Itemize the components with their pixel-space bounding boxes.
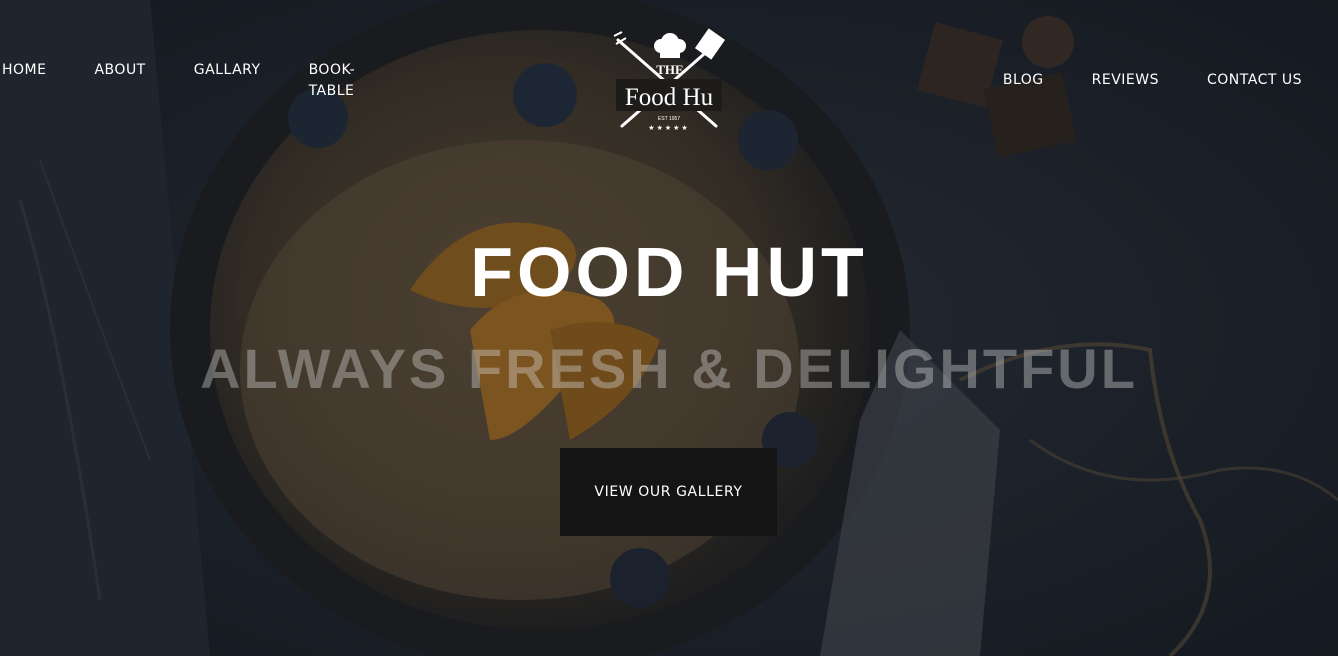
nav-right: BLOG REVIEWS CONTACT US: [955, 70, 1302, 91]
view-gallery-button[interactable]: VIEW OUR GALLERY: [560, 448, 777, 536]
chef-hat-utensils-icon: THE Food Hu EST 1957 ★★★★★: [613, 28, 726, 132]
svg-text:★★★★★: ★★★★★: [648, 124, 689, 132]
hero-title: FOOD HUT: [470, 233, 868, 311]
svg-text:EST 1957: EST 1957: [658, 116, 680, 122]
food-hut-logo[interactable]: THE Food Hu EST 1957 ★★★★★: [612, 26, 726, 136]
nav-home-link[interactable]: HOME: [2, 60, 46, 102]
hero-section: HOME ABOUT GALLARY BOOK-TABLE THE Food H…: [0, 0, 1338, 656]
svg-text:Food Hu: Food Hu: [625, 84, 714, 111]
svg-text:THE: THE: [656, 62, 683, 77]
nav-left: HOME ABOUT GALLARY BOOK-TABLE: [2, 60, 413, 102]
nav-about-link[interactable]: ABOUT: [94, 60, 145, 102]
nav-reviews-link[interactable]: REVIEWS: [1092, 70, 1159, 91]
nav-blog-link[interactable]: BLOG: [1003, 70, 1044, 91]
nav-contact-us-link[interactable]: CONTACT US: [1207, 70, 1302, 91]
nav-book-table-link[interactable]: BOOK-TABLE: [309, 60, 365, 102]
nav-gallary-link[interactable]: GALLARY: [194, 60, 261, 102]
hero-subtitle: ALWAYS FRESH & DELIGHTFUL: [200, 337, 1138, 400]
